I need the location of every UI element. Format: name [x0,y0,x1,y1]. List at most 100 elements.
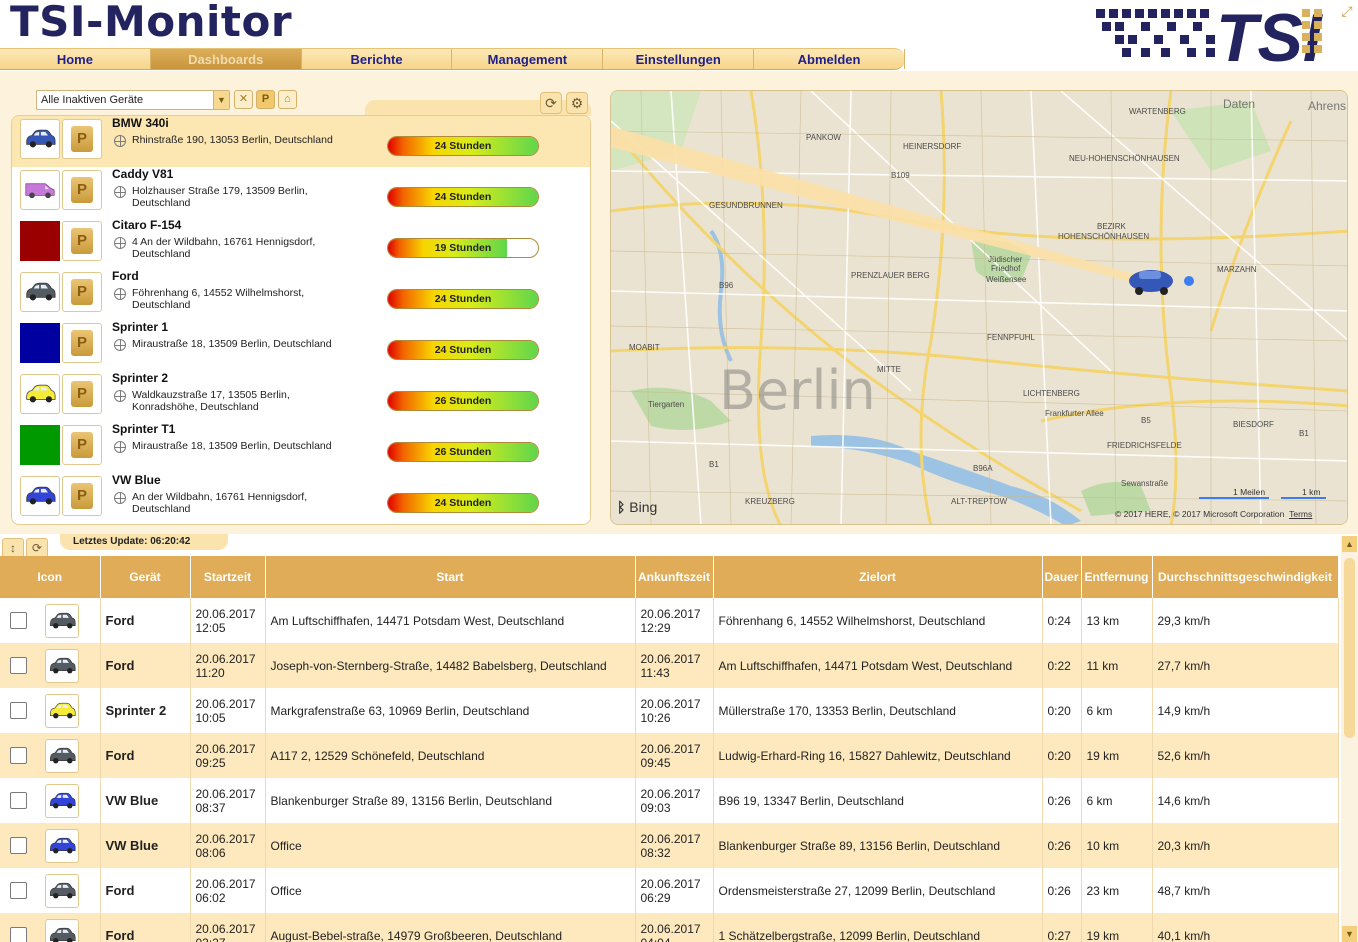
main-menu: Home Dashboards Berichte Management Einstell… [0,48,905,70]
device-row[interactable]: P Caddy V81 Holzhauser Straße 179, 13509 B… [12,167,590,218]
refresh-icon[interactable]: ⟳ [540,92,562,114]
row-checkbox[interactable] [10,657,27,674]
row-checkbox[interactable] [10,927,27,942]
start-date: 20.06.2017 [195,606,256,621]
parking-icon[interactable]: P [62,272,102,312]
parking-icon[interactable]: P [62,374,102,414]
map-place-label: B96A [973,464,993,473]
device-row[interactable]: P BMW 340i Rhinstraße 190, 13053 Berlin, D… [12,116,590,167]
column-header[interactable]: Dauer [1042,556,1082,598]
duration: 0:22 [1047,658,1071,673]
globe-icon [114,492,126,504]
device-row[interactable]: P Citaro F-154 4 An der Wildbahn, 16761 He… [12,218,590,269]
tools-icon[interactable]: ✕ [234,90,253,109]
map-tab-daten[interactable]: Daten [1223,97,1255,111]
destination: Föhrenhang 6, 14552 Wilhelmshorst, Deuts… [718,613,986,628]
menu-item-einstellungen[interactable]: Einstellungen [603,49,755,69]
column-header[interactable]: Ankunftszeit [635,556,714,598]
device-label: Ford [105,883,135,898]
globe-icon [114,339,126,351]
distance: 23 km [1086,883,1120,898]
menu-item-dashboards[interactable]: Dashboards [150,49,302,69]
gear-icon[interactable]: ⚙ [566,92,588,114]
row-checkbox[interactable] [10,702,27,719]
table-row[interactable]: VW Blue 20.06.2017 08:06 Office 20.06.2017 08… [0,823,1339,868]
device-row[interactable]: P Ford Föhrenhang 6, 14552 Wilhelmshorst, … [12,269,590,320]
map-place-label: Frankfurter Allee [1045,409,1104,418]
device-row[interactable]: P Sprinter T1 Miraustraße 18, 13509 Berlin… [12,422,590,473]
icon-cell [0,868,101,913]
parking-icon[interactable]: P [62,323,102,363]
table-row[interactable]: VW Blue 20.06.2017 08:37 Blankenburger Stra… [0,778,1339,823]
parking-icon[interactable]: P [62,425,102,465]
parking-filter-icon[interactable]: P [256,90,275,109]
table-row[interactable]: Ford 20.06.2017 06:02 Office 20.06.2017 06:29… [0,868,1339,913]
globe-icon [114,237,126,249]
avg-speed: 14,6 km/h [1157,793,1211,808]
trips-scrollbar[interactable]: ▲ ▼ [1341,536,1358,942]
column-header[interactable]: Start [265,556,636,598]
home-icon[interactable]: ⌂ [278,90,297,109]
arrival-date: 20.06.2017 [640,876,701,891]
column-header[interactable]: Durchschnittsgeschwindigkeit [1152,556,1339,598]
distance-cell: 19 km [1081,913,1153,942]
menu-item-management[interactable]: Management [452,49,604,69]
scroll-up-icon[interactable]: ▲ [1342,536,1357,552]
column-header[interactable]: Icon [0,556,101,598]
row-checkbox[interactable] [10,882,27,899]
device-filter-select[interactable]: Alle Inaktiven Geräte ▼ [36,90,230,110]
column-header[interactable]: Startzeit [190,556,266,598]
speed-cell: 20,3 km/h [1152,823,1339,868]
distance: 11 km [1086,658,1119,673]
device-color-swatch [20,323,60,363]
top-bar: TSI-Monitor Home Dashboards Berichte Manage… [0,0,1358,71]
start-location: Am Luftschiffhafen, 14471 Potsdam West, … [270,613,565,628]
scroll-thumb[interactable] [1344,558,1355,738]
icon-cell [0,733,101,778]
destination-cell: Blankenburger Straße 89, 13156 Berlin, D… [713,823,1043,868]
start-date: 20.06.2017 [195,786,256,801]
device-label: Ford [105,613,135,628]
menu-item-berichte[interactable]: Berichte [302,49,453,69]
duration-cell: 0:20 [1042,688,1082,733]
device-row[interactable]: P VW Blue An der Wildbahn, 16761 Hennigsdo… [12,473,590,524]
row-checkbox[interactable] [10,792,27,809]
row-checkbox[interactable] [10,837,27,854]
row-checkbox[interactable] [10,612,27,629]
fullscreen-icon[interactable]: ⤢ [1338,2,1356,20]
inactivity-duration: 26 Stunden [434,446,492,458]
device-row[interactable]: P Sprinter 2 Waldkauzstraße 17, 13505 Berl… [12,371,590,422]
parking-icon[interactable]: P [62,119,102,159]
device-color-swatch [20,221,60,261]
scroll-down-icon[interactable]: ▼ [1342,926,1357,942]
map-place-label: B5 [1141,416,1151,425]
chevron-down-icon: ▼ [213,91,229,109]
map-view[interactable]: PANKOW HEINERSDORF WARTENBERG NEU-HOHENSCHÖ… [610,90,1348,525]
device-row[interactable]: P Sprinter 1 Miraustraße 18, 13509 Berlin,… [12,320,590,371]
start-time-cell: 20.06.2017 08:06 [190,823,266,868]
row-checkbox[interactable] [10,747,27,764]
table-row[interactable]: Ford20.06.201703:27August-Bebel-straße, … [0,913,1339,942]
avg-speed: 20,3 km/h [1157,838,1211,853]
table-row[interactable]: Sprinter 2 20.06.2017 10:05 Markgrafenstraß… [0,688,1339,733]
start-time: 08:37 [195,800,226,815]
table-row[interactable]: Ford 20.06.2017 09:25 A117 2, 12529 Schönef… [0,733,1339,778]
parking-icon[interactable]: P [62,221,102,261]
menu-item-home[interactable]: Home [0,49,151,69]
avg-speed: 40,1 km/h [1157,928,1211,942]
column-header[interactable]: Zielort [713,556,1043,598]
refresh-trips-icon[interactable]: ⟳ [26,538,48,558]
table-row[interactable]: Ford 20.06.2017 11:20 Joseph-von-Sternberg-… [0,643,1339,688]
map-place-label: GESUNDBRUNNEN [709,201,783,210]
menu-item-abmelden[interactable]: Abmelden [754,49,905,69]
parking-icon[interactable]: P [62,476,102,516]
terms-link[interactable]: Terms [1289,509,1312,519]
table-row[interactable]: Ford 20.06.2017 12:05 Am Luftschiffhafen, 1… [0,598,1339,643]
distance: 6 km [1086,793,1113,808]
column-header[interactable]: Gerät [100,556,191,598]
map-place-label: FENNPFUHL [987,333,1036,342]
arrival-time-cell: 20.06.2017 09:03 [635,778,714,823]
column-header[interactable]: Entfernung [1081,556,1153,598]
sort-icon[interactable]: ↕ [2,538,24,558]
parking-icon[interactable]: P [62,170,102,210]
